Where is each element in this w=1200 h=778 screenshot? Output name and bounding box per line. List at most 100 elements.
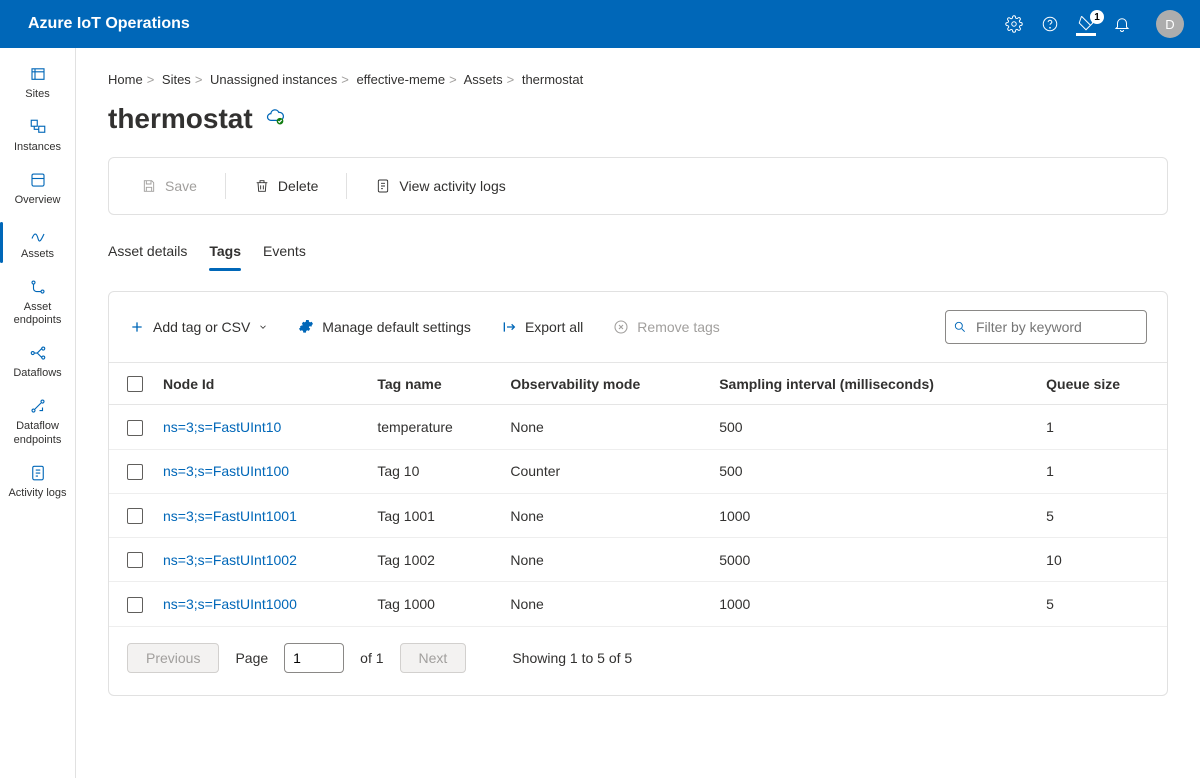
overview-icon <box>28 170 48 190</box>
node-link[interactable]: ns=3;s=FastUInt1002 <box>163 552 297 568</box>
avatar[interactable]: D <box>1156 10 1184 38</box>
row-checkbox[interactable] <box>127 552 143 568</box>
activity-logs-button[interactable]: View activity logs <box>365 172 515 200</box>
previous-button: Previous <box>127 643 219 673</box>
sidebar-label: Asset endpoints <box>4 301 71 327</box>
save-button: Save <box>131 172 207 200</box>
bell-icon[interactable] <box>1112 14 1132 34</box>
col-obs[interactable]: Observability mode <box>500 363 709 405</box>
sidebar-label: Dataflows <box>13 367 61 380</box>
sidebar-label: Overview <box>15 194 61 207</box>
search-icon <box>953 320 967 334</box>
manage-defaults-button[interactable]: Manage default settings <box>298 319 471 335</box>
toolbar-divider <box>346 173 347 199</box>
sidebar-item-instances[interactable]: Instances <box>0 109 75 162</box>
sidebar-label: Activity logs <box>8 487 66 500</box>
page-label: Page <box>235 650 268 666</box>
sidebar-item-asset-endpoints[interactable]: Asset endpoints <box>0 269 75 335</box>
cell-queue: 5 <box>1036 493 1167 537</box>
sidebar-item-overview[interactable]: Overview <box>0 162 75 215</box>
row-checkbox[interactable] <box>127 420 143 436</box>
sidebar-item-dataflows[interactable]: Dataflows <box>0 335 75 388</box>
breadcrumb-link[interactable]: effective-meme <box>356 72 445 87</box>
select-all-checkbox[interactable] <box>127 376 143 392</box>
table-row: ns=3;s=FastUInt1000 Tag 1000 None 1000 5 <box>109 582 1167 626</box>
next-button: Next <box>400 643 467 673</box>
toolbar-divider <box>225 173 226 199</box>
breadcrumb-link[interactable]: Home <box>108 72 143 87</box>
help-icon[interactable] <box>1040 14 1060 34</box>
breadcrumb-link[interactable]: Unassigned instances <box>210 72 337 87</box>
page-input[interactable] <box>284 643 344 673</box>
sidebar-item-assets[interactable]: Assets <box>0 216 75 269</box>
sidebar-label: Instances <box>14 141 61 154</box>
tabs: Asset details Tags Events <box>108 235 1168 271</box>
cell-queue: 10 <box>1036 538 1167 582</box>
tab-asset-details[interactable]: Asset details <box>108 235 187 271</box>
toolbar-card: Save Delete View activity logs <box>108 157 1168 215</box>
breadcrumb-link[interactable]: Assets <box>464 72 503 87</box>
export-all-button[interactable]: Export all <box>501 319 583 335</box>
row-checkbox[interactable] <box>127 464 143 480</box>
sidebar-label: Assets <box>21 248 54 261</box>
sidebar: Sites Instances Overview Assets Asset en… <box>0 48 76 778</box>
cell-tag: Tag 1001 <box>367 493 500 537</box>
col-tag[interactable]: Tag name <box>367 363 500 405</box>
sidebar-label: Dataflow endpoints <box>4 420 71 446</box>
dataflows-icon <box>28 343 48 363</box>
tags-table: Node Id Tag name Observability mode Samp… <box>109 362 1167 627</box>
feedback-icon[interactable]: 1 <box>1076 16 1096 36</box>
toolbar: Save Delete View activity logs <box>109 158 1167 214</box>
cell-tag: Tag 10 <box>367 449 500 493</box>
settings-icon[interactable] <box>1004 14 1024 34</box>
cloud-sync-icon <box>265 107 285 132</box>
sidebar-label: Sites <box>25 88 49 101</box>
cell-tag: Tag 1000 <box>367 582 500 626</box>
table-row: ns=3;s=FastUInt1002 Tag 1002 None 5000 1… <box>109 538 1167 582</box>
assets-icon <box>28 224 48 244</box>
filter-wrap <box>945 310 1147 344</box>
cell-obs: Counter <box>500 449 709 493</box>
sidebar-item-dataflow-endpoints[interactable]: Dataflow endpoints <box>0 388 75 454</box>
tab-tags[interactable]: Tags <box>209 235 241 271</box>
app-header: Azure IoT Operations 1 D <box>0 0 1200 48</box>
table-row: ns=3;s=FastUInt1001 Tag 1001 None 1000 5 <box>109 493 1167 537</box>
node-link[interactable]: ns=3;s=FastUInt1000 <box>163 596 297 612</box>
sidebar-item-activity-logs[interactable]: Activity logs <box>0 455 75 508</box>
asset-endpoints-icon <box>28 277 48 297</box>
node-link[interactable]: ns=3;s=FastUInt1001 <box>163 508 297 524</box>
cell-interval: 5000 <box>709 538 1036 582</box>
add-tag-button[interactable]: Add tag or CSV <box>129 319 268 335</box>
header-actions: 1 D <box>1004 10 1184 38</box>
notification-badge: 1 <box>1090 10 1104 24</box>
cell-interval: 1000 <box>709 493 1036 537</box>
breadcrumb-link[interactable]: Sites <box>162 72 191 87</box>
node-link[interactable]: ns=3;s=FastUInt10 <box>163 419 281 435</box>
delete-button[interactable]: Delete <box>244 172 328 200</box>
export-label: Export all <box>525 319 583 335</box>
filter-input[interactable] <box>945 310 1147 344</box>
tab-events[interactable]: Events <box>263 235 306 271</box>
pager-showing: Showing 1 to 5 of 5 <box>512 650 632 666</box>
cell-queue: 5 <box>1036 582 1167 626</box>
node-link[interactable]: ns=3;s=FastUInt100 <box>163 463 289 479</box>
col-queue[interactable]: Queue size <box>1036 363 1167 405</box>
sidebar-item-sites[interactable]: Sites <box>0 56 75 109</box>
row-checkbox[interactable] <box>127 597 143 613</box>
page-of: of 1 <box>360 650 383 666</box>
col-interval[interactable]: Sampling interval (milliseconds) <box>709 363 1036 405</box>
col-node[interactable]: Node Id <box>153 363 367 405</box>
activity-label: View activity logs <box>399 178 505 194</box>
cell-interval: 500 <box>709 449 1036 493</box>
tags-card: Add tag or CSV Manage default settings E… <box>108 291 1168 696</box>
add-tag-label: Add tag or CSV <box>153 319 250 335</box>
remove-label: Remove tags <box>637 319 719 335</box>
row-checkbox[interactable] <box>127 508 143 524</box>
cell-queue: 1 <box>1036 405 1167 449</box>
dataflow-endpoints-icon <box>28 396 48 416</box>
cell-tag: Tag 1002 <box>367 538 500 582</box>
pagination: Previous Page of 1 Next Showing 1 to 5 o… <box>109 627 1167 695</box>
manage-defaults-label: Manage default settings <box>322 319 471 335</box>
actions-bar: Add tag or CSV Manage default settings E… <box>109 292 1167 362</box>
sites-icon <box>28 64 48 84</box>
